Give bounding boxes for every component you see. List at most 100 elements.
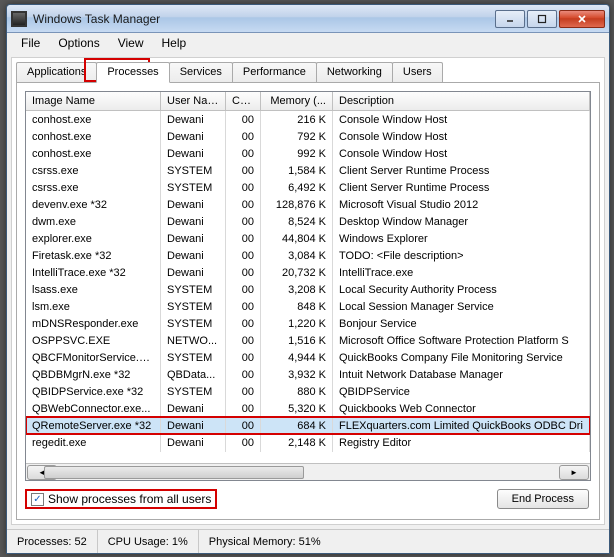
table-row[interactable]: QBDBMgrN.exe *32QBData...003,932 KIntuit…: [26, 366, 590, 383]
cell-cpu: 00: [226, 179, 261, 197]
table-row[interactable]: mDNSResponder.exeSYSTEM001,220 KBonjour …: [26, 315, 590, 332]
cell-user: SYSTEM: [161, 383, 226, 401]
cell-cpu: 00: [226, 281, 261, 299]
table-row[interactable]: lsm.exeSYSTEM00848 KLocal Session Manage…: [26, 298, 590, 315]
col-header-desc[interactable]: Description: [333, 92, 590, 110]
cell-desc: Console Window Host: [333, 145, 590, 163]
cell-mem: 2,148 K: [261, 434, 333, 452]
cell-cpu: 00: [226, 128, 261, 146]
cell-name: QRemoteServer.exe *32: [26, 417, 161, 435]
process-grid: Image Name User Name CPU Memory (... Des…: [25, 91, 591, 481]
table-row[interactable]: conhost.exeDewani00792 KConsole Window H…: [26, 128, 590, 145]
cell-cpu: 00: [226, 400, 261, 418]
cell-cpu: 00: [226, 383, 261, 401]
cell-cpu: 00: [226, 332, 261, 350]
tab-applications[interactable]: Applications: [16, 62, 97, 82]
col-header-cpu[interactable]: CPU: [226, 92, 261, 110]
cell-desc: Intuit Network Database Manager: [333, 366, 590, 384]
show-all-users-label: Show processes from all users: [48, 492, 211, 506]
table-row[interactable]: QBCFMonitorService.e...SYSTEM004,944 KQu…: [26, 349, 590, 366]
cell-user: Dewani: [161, 247, 226, 265]
table-row[interactable]: explorer.exeDewani0044,804 KWindows Expl…: [26, 230, 590, 247]
menu-view[interactable]: View: [110, 34, 152, 52]
tab-processes[interactable]: Processes: [96, 62, 169, 83]
col-header-user[interactable]: User Name: [161, 92, 226, 110]
cell-user: Dewani: [161, 145, 226, 163]
app-icon: [11, 11, 27, 27]
cell-user: SYSTEM: [161, 315, 226, 333]
scroll-thumb[interactable]: [44, 466, 304, 479]
cell-mem: 880 K: [261, 383, 333, 401]
grid-header: Image Name User Name CPU Memory (... Des…: [26, 92, 590, 111]
tab-performance[interactable]: Performance: [232, 62, 317, 82]
checkbox-icon: ✓: [31, 493, 44, 506]
cell-mem: 5,320 K: [261, 400, 333, 418]
cell-user: SYSTEM: [161, 298, 226, 316]
cell-name: IntelliTrace.exe *32: [26, 264, 161, 282]
cell-user: Dewani: [161, 196, 226, 214]
tab-users[interactable]: Users: [392, 62, 443, 82]
table-row[interactable]: QBWebConnector.exe...Dewani005,320 KQuic…: [26, 400, 590, 417]
end-process-button[interactable]: End Process: [497, 489, 589, 509]
table-row[interactable]: csrss.exeSYSTEM001,584 KClient Server Ru…: [26, 162, 590, 179]
tab-strip: Applications Processes Services Performa…: [12, 58, 604, 82]
table-row[interactable]: OSPPSVC.EXENETWO...001,516 KMicrosoft Of…: [26, 332, 590, 349]
tab-services[interactable]: Services: [169, 62, 233, 82]
cell-mem: 216 K: [261, 111, 333, 129]
scroll-right-button[interactable]: ►: [559, 465, 589, 480]
cell-mem: 44,804 K: [261, 230, 333, 248]
cell-desc: Client Server Runtime Process: [333, 162, 590, 180]
table-row[interactable]: dwm.exeDewani008,524 KDesktop Window Man…: [26, 213, 590, 230]
col-header-mem[interactable]: Memory (...: [261, 92, 333, 110]
horizontal-scrollbar[interactable]: ◄ ►: [26, 463, 590, 480]
table-row[interactable]: Firetask.exe *32Dewani003,084 KTODO: <Fi…: [26, 247, 590, 264]
table-row[interactable]: lsass.exeSYSTEM003,208 KLocal Security A…: [26, 281, 590, 298]
cell-desc: Microsoft Office Software Protection Pla…: [333, 332, 590, 350]
table-row[interactable]: conhost.exeDewani00992 KConsole Window H…: [26, 145, 590, 162]
titlebar[interactable]: Windows Task Manager: [7, 5, 609, 33]
menu-options[interactable]: Options: [50, 34, 107, 52]
cell-user: SYSTEM: [161, 349, 226, 367]
cell-cpu: 00: [226, 349, 261, 367]
close-button[interactable]: [559, 10, 605, 28]
cell-mem: 684 K: [261, 417, 333, 435]
processes-page: Image Name User Name CPU Memory (... Des…: [16, 82, 600, 520]
cell-user: Dewani: [161, 213, 226, 231]
minimize-button[interactable]: [495, 10, 525, 28]
table-row[interactable]: csrss.exeSYSTEM006,492 KClient Server Ru…: [26, 179, 590, 196]
table-row[interactable]: devenv.exe *32Dewani00128,876 KMicrosoft…: [26, 196, 590, 213]
col-header-name[interactable]: Image Name: [26, 92, 161, 110]
cell-user: QBData...: [161, 366, 226, 384]
cell-desc: Desktop Window Manager: [333, 213, 590, 231]
cell-desc: Client Server Runtime Process: [333, 179, 590, 197]
table-row[interactable]: regedit.exeDewani002,148 KRegistry Edito…: [26, 434, 590, 451]
cell-name: regedit.exe: [26, 434, 161, 452]
maximize-button[interactable]: [527, 10, 557, 28]
window-controls: [493, 10, 605, 28]
cell-name: devenv.exe *32: [26, 196, 161, 214]
table-row[interactable]: conhost.exeDewani00216 KConsole Window H…: [26, 111, 590, 128]
cell-mem: 1,220 K: [261, 315, 333, 333]
table-row[interactable]: IntelliTrace.exe *32Dewani0020,732 KInte…: [26, 264, 590, 281]
cell-name: QBCFMonitorService.e...: [26, 349, 161, 367]
cell-cpu: 00: [226, 264, 261, 282]
cell-name: lsass.exe: [26, 281, 161, 299]
cell-cpu: 00: [226, 417, 261, 435]
cell-mem: 128,876 K: [261, 196, 333, 214]
cell-name: dwm.exe: [26, 213, 161, 231]
table-row[interactable]: QRemoteServer.exe *32Dewani00684 KFLEXqu…: [26, 417, 590, 434]
cell-cpu: 00: [226, 111, 261, 129]
grid-body[interactable]: conhost.exeDewani00216 KConsole Window H…: [26, 111, 590, 463]
cell-cpu: 00: [226, 213, 261, 231]
cell-mem: 1,516 K: [261, 332, 333, 350]
table-row[interactable]: QBIDPService.exe *32SYSTEM00880 KQBIDPSe…: [26, 383, 590, 400]
status-memory: Physical Memory: 51%: [199, 530, 609, 553]
menu-help[interactable]: Help: [154, 34, 195, 52]
client-area: Applications Processes Services Performa…: [11, 57, 605, 525]
tab-networking[interactable]: Networking: [316, 62, 393, 82]
cell-name: mDNSResponder.exe: [26, 315, 161, 333]
show-all-users-checkbox[interactable]: ✓ Show processes from all users: [27, 491, 215, 507]
menu-file[interactable]: File: [13, 34, 48, 52]
cell-cpu: 00: [226, 434, 261, 452]
task-manager-window: Windows Task Manager File Options View H…: [6, 4, 610, 554]
